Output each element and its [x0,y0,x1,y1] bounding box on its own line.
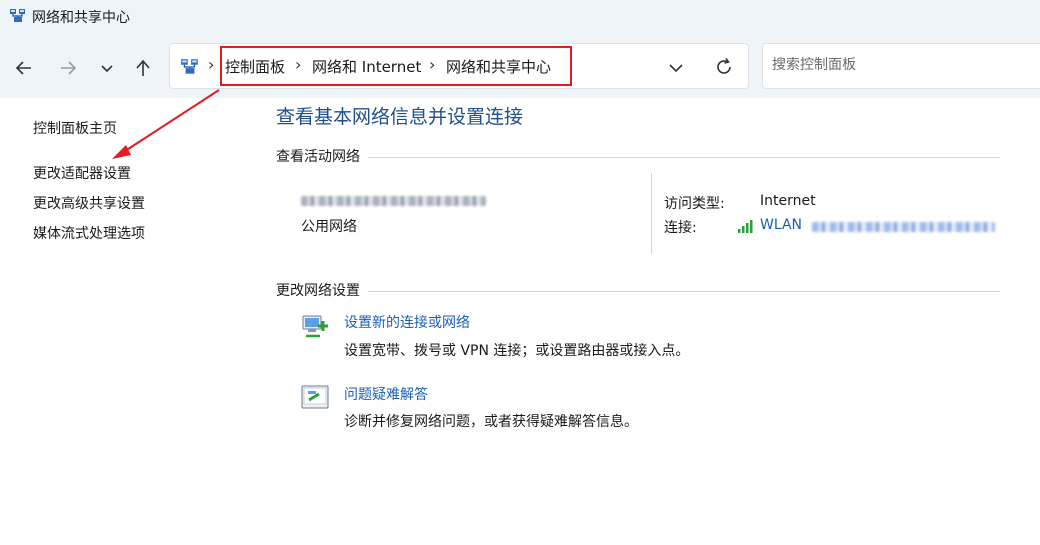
access-type-value: Internet [760,193,816,209]
back-button[interactable] [10,54,38,82]
navigation-bar: › 控制面板 › 网络和 Internet › 网络和共享中心 [0,34,1040,98]
page-title: 查看基本网络信息并设置连接 [276,106,524,128]
search-box[interactable] [762,43,1040,89]
chevron-down-icon[interactable] [666,57,686,77]
address-bar[interactable]: › 控制面板 › 网络和 Internet › 网络和共享中心 [169,43,749,89]
section-heading-change-settings: 更改网络设置 [276,280,368,300]
forward-button[interactable] [54,54,82,82]
title-bar: 网络和共享中心 [0,0,1040,34]
section-heading-active-networks: 查看活动网络 [276,146,368,166]
wlan-connection-link[interactable]: WLAN [760,217,802,233]
setup-new-connection-link[interactable]: 设置新的连接或网络 [344,312,470,332]
wlan-name-redacted [812,222,995,232]
recent-locations-button[interactable] [93,54,121,82]
arrow-right-icon [61,61,77,75]
wifi-signal-icon [738,220,753,233]
chevron-down-icon [101,65,113,73]
section-divider [276,157,1000,158]
up-button[interactable] [129,54,157,82]
new-connection-icon [302,315,328,338]
troubleshoot-problems-description: 诊断并修复网络问题，或者获得疑难解答信息。 [344,414,638,430]
connection-label: 连接: [664,220,697,236]
window-title: 网络和共享中心 [32,10,130,26]
network-center-icon [181,59,198,74]
setup-new-connection-description: 设置宽带、拨号或 VPN 连接；或设置路由器或接入点。 [344,343,690,359]
sidebar-item-control-panel-home[interactable]: 控制面板主页 [33,118,117,138]
refresh-icon[interactable] [713,56,735,78]
section-divider [276,291,1000,292]
troubleshoot-problems-link[interactable]: 问题疑难解答 [344,384,428,404]
network-name-redacted [301,196,486,206]
sidebar-item-advanced-sharing-settings[interactable]: 更改高级共享设置 [33,193,145,213]
network-center-icon [10,9,25,22]
vertical-divider [651,173,652,254]
breadcrumb-control-panel[interactable]: 控制面板 [225,56,285,77]
troubleshoot-icon [301,385,329,409]
breadcrumb-separator[interactable]: › [295,55,301,74]
network-type-label: 公用网络 [301,219,357,235]
access-type-label: 访问类型: [664,196,725,212]
sidebar-item-change-adapter-settings[interactable]: 更改适配器设置 [33,163,131,183]
breadcrumb-network-sharing-center[interactable]: 网络和共享中心 [446,56,551,77]
breadcrumb-network-internet[interactable]: 网络和 Internet [312,56,421,77]
search-input[interactable] [772,57,1032,73]
breadcrumb-separator: › [208,55,215,74]
breadcrumb-separator[interactable]: › [429,55,435,74]
sidebar-item-media-streaming-options[interactable]: 媒体流式处理选项 [33,223,145,243]
arrow-left-icon [15,61,31,75]
arrow-up-icon [136,59,150,76]
